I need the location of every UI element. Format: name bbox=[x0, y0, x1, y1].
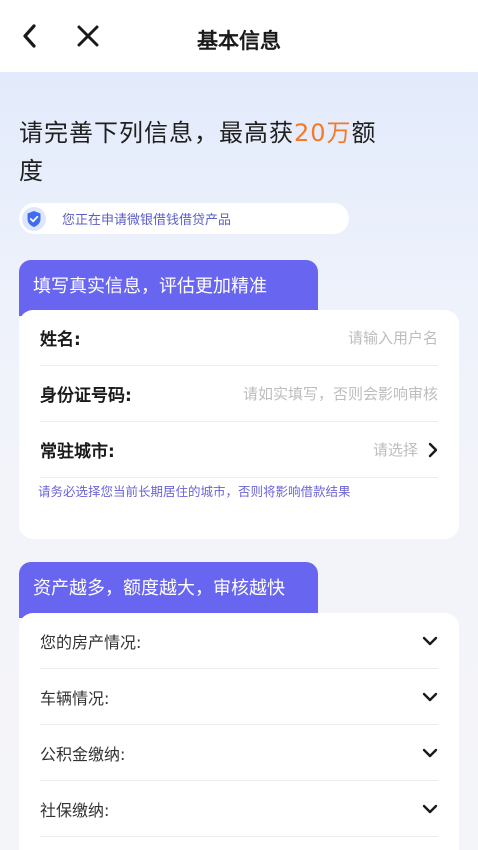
vehicle-select[interactable]: 车辆情况: bbox=[40, 669, 438, 725]
chevron-down-icon bbox=[422, 748, 438, 757]
top-nav-bar: 基本信息 bbox=[0, 0, 478, 72]
headline-prefix: 请完善下列信息，最高获 bbox=[19, 119, 294, 147]
chevron-down-icon bbox=[422, 692, 438, 701]
id-number-input[interactable]: 请如实填写，否则会影响审核 bbox=[243, 383, 438, 404]
basic-info-card: 姓名: 请输入用户名 身份证号码: 请如实填写，否则会影响审核 常驻城市: 请选… bbox=[19, 310, 459, 539]
property-select[interactable]: 您的房产情况: bbox=[40, 613, 438, 669]
section-basic-tab: 填写真实信息，评估更加精准 bbox=[19, 260, 318, 316]
headline-amount: 20万 bbox=[294, 119, 352, 147]
social-security-label: 社保缴纳: bbox=[40, 800, 110, 820]
property-label: 您的房产情况: bbox=[40, 632, 142, 652]
housing-fund-label: 公积金缴纳: bbox=[40, 744, 126, 764]
shield-check-icon bbox=[22, 206, 46, 231]
vehicle-label: 车辆情况: bbox=[40, 688, 110, 708]
chevron-down-icon bbox=[422, 804, 438, 813]
page-title: 基本信息 bbox=[197, 29, 281, 53]
name-label: 姓名: bbox=[40, 330, 81, 350]
city-row[interactable]: 常驻城市: 请选择 bbox=[40, 422, 438, 478]
name-input[interactable]: 请输入用户名 bbox=[348, 327, 438, 348]
name-row[interactable]: 姓名: 请输入用户名 bbox=[40, 310, 438, 366]
assets-card: 您的房产情况: 车辆情况: 公积金缴纳: 社保缴纳: bbox=[19, 613, 459, 850]
city-select[interactable]: 请选择 bbox=[373, 439, 438, 460]
headline: 请完善下列信息，最高获20万额度 bbox=[19, 114, 399, 190]
housing-fund-select[interactable]: 公积金缴纳: bbox=[40, 725, 438, 781]
product-notice: 您正在申请微银借钱借贷产品 bbox=[19, 203, 349, 234]
id-number-row[interactable]: 身份证号码: 请如实填写，否则会影响审核 bbox=[40, 366, 438, 422]
section-assets-tab: 资产越多，额度越大，审核越快 bbox=[19, 562, 318, 618]
city-select-placeholder: 请选择 bbox=[372, 441, 418, 459]
chevron-down-icon bbox=[422, 636, 438, 645]
notice-text: 您正在申请微银借钱借贷产品 bbox=[62, 213, 232, 228]
city-label: 常驻城市: bbox=[40, 442, 115, 462]
id-number-label: 身份证号码: bbox=[40, 386, 132, 406]
social-security-select[interactable]: 社保缴纳: bbox=[40, 781, 438, 837]
chevron-right-icon bbox=[428, 442, 438, 457]
city-hint: 请务必选择您当前长期居住的城市，否则将影响借款结果 bbox=[38, 484, 351, 499]
